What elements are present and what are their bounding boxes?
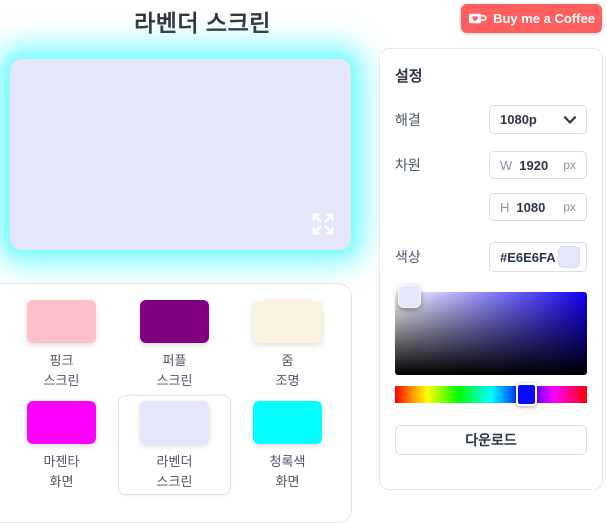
preset-label-line1: 마젠타 [44,452,80,472]
magenta-swatch[interactable] [27,401,96,444]
hue-slider[interactable] [395,386,587,403]
lavender-preview-screen[interactable] [10,59,351,250]
preset-label-line2: 화면 [270,472,306,492]
preset-label-line2: 스크린 [44,371,80,391]
preset-label-line1: 줌 [276,351,300,371]
width-input[interactable]: W 1920 px [489,151,587,179]
buy-me-a-coffee-label: Buy me a Coffee [493,11,595,26]
height-value: 1080 [516,200,545,215]
page-title: 라벤더 스크린 [15,4,390,38]
width-prefix: W [500,158,512,173]
resolution-select[interactable]: 1080p [489,105,587,134]
preset-lavender-screen-selected[interactable]: 라벤더 스크린 [118,395,231,495]
buy-me-a-coffee-button[interactable]: Buy me a Coffee [461,4,602,33]
download-button[interactable]: 다운로드 [395,425,587,455]
coffee-cup-icon [468,11,487,27]
cream-swatch[interactable] [253,300,322,343]
lavender-swatch[interactable] [140,401,209,444]
color-presets-card: 핑크 스크린 퍼플 스크린 줌 조명 마젠타 화면 [0,283,352,523]
resolution-label: 해결 [395,110,421,130]
color-label: 색상 [395,247,421,267]
height-prefix: H [500,200,509,215]
preset-label-line2: 화면 [44,472,80,492]
hex-color-input[interactable]: #E6E6FA [489,242,587,272]
preset-purple-screen[interactable]: 퍼플 스크린 [118,300,231,391]
hex-color-value: #E6E6FA [500,250,556,265]
preset-label-line2: 조명 [276,371,300,391]
height-input[interactable]: H 1080 px [489,193,587,221]
dimension-label: 차원 [395,155,421,175]
preset-pink-screen[interactable]: 핑크 스크린 [5,300,118,391]
color-presets-grid: 핑크 스크린 퍼플 스크린 줌 조명 마젠타 화면 [0,284,351,492]
pink-swatch[interactable] [27,300,96,343]
saturation-value-picker[interactable] [395,292,587,375]
hue-handle[interactable] [516,383,537,406]
preset-label-line2: 스크린 [157,371,193,391]
preset-label-line2: 스크린 [157,472,193,492]
preset-magenta-screen[interactable]: 마젠타 화면 [5,401,118,492]
settings-heading: 설정 [395,65,587,86]
settings-panel: 설정 해결 1080p 차원 W 1920 px H 1080 px 색상 #E… [379,48,603,490]
preset-label-line1: 청록색 [270,452,306,472]
color-chip[interactable] [558,246,580,268]
purple-swatch[interactable] [140,300,209,343]
preset-cyan-screen[interactable]: 청록색 화면 [231,401,344,492]
width-value: 1920 [519,158,548,173]
preset-zoom-lighting[interactable]: 줌 조명 [231,300,344,391]
fullscreen-expand-icon[interactable] [307,208,339,240]
height-unit: px [563,200,576,214]
width-unit: px [563,158,576,172]
preset-label-line1: 핑크 [44,351,80,371]
preset-label-line1: 라벤더 [157,452,193,472]
cyan-swatch[interactable] [253,401,322,444]
preset-label-line1: 퍼플 [157,351,193,371]
saturation-handle[interactable] [398,285,421,308]
resolution-value: 1080p [500,112,537,127]
chevron-down-icon [564,116,576,124]
